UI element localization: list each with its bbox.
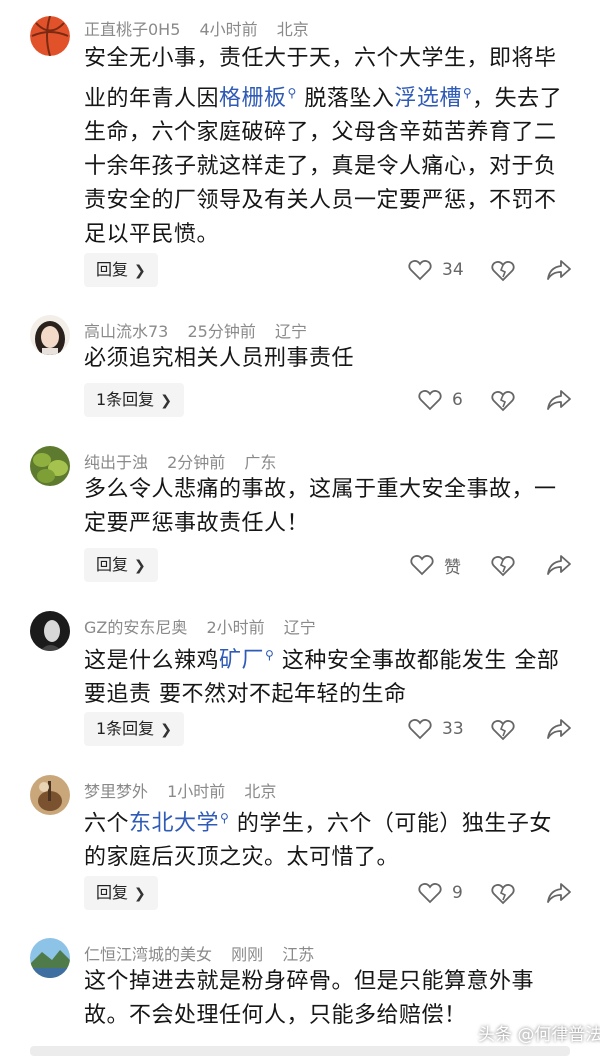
dislike-icon[interactable] (490, 553, 516, 577)
comment-location: 辽宁 (283, 618, 316, 637)
comment-time: 刚刚 (231, 945, 264, 964)
share-icon[interactable] (546, 258, 572, 282)
reply-button[interactable]: 回复 ❯ (84, 876, 158, 910)
comment-time: 25分钟前 (187, 322, 256, 341)
comment-text: 多么令人悲痛的事故，这属于重大安全事故，一定要严惩事故责任人！ (84, 473, 574, 541)
search-link[interactable]: 浮选槽⚲ (394, 86, 472, 111)
heart-icon (418, 883, 442, 904)
heart-icon (410, 555, 434, 576)
comment-text: 六个东北大学⚲ 的学生，六个（可能）独生子女的家庭后灭顶之灾。太可惜了。 (84, 801, 574, 875)
chevron-right-icon: ❯ (160, 722, 172, 738)
comment-text: 这是什么辣鸡矿厂⚲ 这种安全事故都能发生 全部要追责 要不然对不起年轻的生命 (84, 638, 574, 712)
comment-meta: 梦里梦外 1小时前 北京 (84, 778, 290, 802)
comment-meta: 正直桃子0H5 4小时前 北京 (84, 16, 323, 40)
comment-location: 广东 (244, 453, 277, 472)
search-link[interactable]: 格栅板⚲ (219, 86, 297, 111)
share-icon[interactable] (546, 717, 572, 741)
heart-icon (408, 719, 432, 740)
avatar[interactable] (30, 775, 70, 815)
username[interactable]: 纯出于浊 (84, 453, 148, 472)
dislike-icon[interactable] (490, 717, 516, 741)
comment-meta: 高山流水73 25分钟前 辽宁 (84, 318, 321, 342)
reply-button[interactable]: 回复 ❯ (84, 548, 158, 582)
chevron-right-icon: ❯ (160, 393, 172, 409)
dislike-icon[interactable] (490, 258, 516, 282)
search-icon: ⚲ (220, 811, 230, 825)
username[interactable]: 梦里梦外 (84, 782, 148, 801)
search-link[interactable]: 矿厂⚲ (219, 648, 274, 673)
text-segment: 多么令人悲痛的事故，这属于重大安全事故，一定要严惩事故责任人！ (84, 477, 557, 536)
like-count: 33 (442, 719, 464, 739)
watermark: 头条 @何律普法 (478, 1025, 600, 1045)
share-icon[interactable] (546, 388, 572, 412)
comment-time: 2小时前 (206, 618, 265, 637)
next-comment-peek (30, 1046, 570, 1056)
comment-location: 辽宁 (274, 322, 307, 341)
like-button[interactable]: 34 (408, 255, 464, 285)
text-segment: 这个掉进去就是粉身碎骨。但是只能算意外事故。不会处理任何人，只能多给赔偿！ (84, 969, 535, 1028)
comment-meta: 纯出于浊 2分钟前 广东 (84, 449, 290, 473)
heart-icon (418, 390, 442, 411)
avatar[interactable] (30, 315, 70, 355)
search-icon: ⚲ (462, 86, 473, 100)
like-count: 赞 (444, 557, 461, 578)
heart-icon (408, 260, 432, 281)
search-icon: ⚲ (265, 648, 275, 662)
avatar[interactable] (30, 446, 70, 486)
text-segment: 必须追究相关人员刑事责任 (84, 346, 355, 371)
share-icon[interactable] (546, 881, 572, 905)
dislike-icon[interactable] (490, 881, 516, 905)
username[interactable]: 正直桃子0H5 (84, 20, 180, 39)
avatar[interactable] (30, 611, 70, 651)
dislike-icon[interactable] (490, 388, 516, 412)
search-link[interactable]: 东北大学⚲ (129, 811, 229, 836)
like-button[interactable]: 9 (418, 878, 463, 908)
text-segment: 六个 (84, 811, 130, 837)
share-icon[interactable] (546, 553, 572, 577)
avatar[interactable] (30, 16, 70, 56)
comment-text: 安全无小事，责任大于天，六个大学生，即将毕业的年青人因格栅板⚲ 脱落坠入浮选槽⚲… (84, 42, 574, 252)
comment-meta: 仁恒江湾城的美女 刚刚 江苏 (84, 941, 328, 965)
comment-location: 江苏 (282, 945, 315, 964)
comment-location: 北京 (276, 20, 309, 39)
chevron-right-icon: ❯ (134, 558, 146, 574)
username[interactable]: 高山流水73 (84, 322, 168, 341)
avatar[interactable] (30, 938, 70, 978)
like-button[interactable]: 33 (408, 714, 464, 744)
reply-button[interactable]: 回复 ❯ (84, 253, 158, 287)
comment-time: 1小时前 (167, 782, 226, 801)
reply-button[interactable]: 1条回复 ❯ (84, 383, 184, 417)
like-button[interactable]: 6 (418, 385, 463, 415)
like-count: 6 (452, 390, 463, 410)
text-segment: 这是什么辣鸡 (84, 648, 220, 674)
reply-button[interactable]: 1条回复 ❯ (84, 712, 184, 746)
chevron-right-icon: ❯ (134, 263, 146, 279)
comment-text: 必须追究相关人员刑事责任 (84, 342, 574, 376)
like-count: 9 (452, 883, 463, 903)
text-segment: 脱落坠入 (304, 86, 395, 112)
comment-meta: GZ的安东尼奥 2小时前 辽宁 (84, 614, 330, 638)
username[interactable]: 仁恒江湾城的美女 (84, 945, 212, 964)
like-button[interactable]: 赞 (410, 550, 461, 580)
username[interactable]: GZ的安东尼奥 (84, 618, 187, 637)
chevron-right-icon: ❯ (134, 886, 146, 902)
comment-time: 2分钟前 (167, 453, 226, 472)
like-count: 34 (442, 260, 464, 280)
search-icon: ⚲ (287, 86, 297, 100)
comment-time: 4小时前 (199, 20, 258, 39)
comment-location: 北京 (244, 782, 277, 801)
